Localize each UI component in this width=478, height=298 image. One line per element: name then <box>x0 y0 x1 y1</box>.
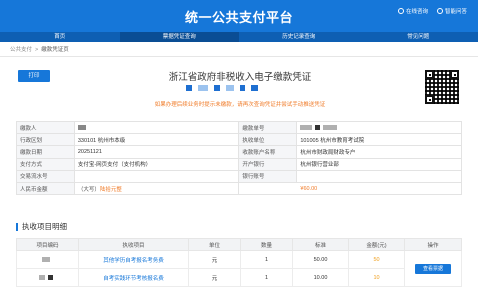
nav-history-query[interactable]: 历史记录查询 <box>239 32 359 42</box>
bank-account-value <box>296 169 462 183</box>
payment-no-label: 缴款单号 <box>238 120 298 135</box>
item-unit: 元 <box>188 250 241 269</box>
items-table: 项目编码 执收项目 单位 数量 标准 金额(元) 操作 其他学历自考报名考务费 … <box>16 238 462 287</box>
print-button[interactable]: 打印 <box>18 70 50 82</box>
item-amount: 50 <box>348 250 405 269</box>
items-section-title: 执收项目明细 <box>16 221 67 232</box>
collector-value: 101005 杭州市教育考试院 <box>296 133 462 147</box>
masked-text <box>77 124 86 130</box>
nav-voucher-query[interactable]: 票据凭证查询 <box>119 32 239 42</box>
payment-no-value <box>296 120 462 135</box>
collector-label: 执收单位 <box>238 133 298 147</box>
item-name[interactable]: 自考实践环节考核报名费 <box>78 268 189 287</box>
info-row: 行政区划 330101 杭州市本级 执收单位 101005 杭州市教育考试院 <box>16 133 462 147</box>
masked-text <box>42 256 50 262</box>
info-row: 支付方式 支付宝-网页支付（支付机构） 开户银行 杭州银行营业部 <box>16 157 462 171</box>
table-row: 其他学历自考报名考务费 元 1 50.00 50 查看票据 <box>16 250 462 287</box>
chat-icon <box>398 8 404 14</box>
col-qty: 数量 <box>240 238 293 251</box>
amount-label: 人民币金额 <box>16 181 75 196</box>
nav-faq[interactable]: 常见问题 <box>359 32 478 42</box>
col-action: 操作 <box>404 238 462 251</box>
main-nav: 首页 票据凭证查询 历史记录查询 常见问题 <box>0 32 478 42</box>
masked-text <box>315 124 321 130</box>
masked-block <box>251 85 258 91</box>
payer-label: 缴款人 <box>16 120 75 135</box>
pay-date-label: 缴款日期 <box>16 145 75 159</box>
smart-qa-link[interactable]: 智能问答 <box>437 7 467 15</box>
col-code: 项目编码 <box>16 238 79 251</box>
items-header-row: 项目编码 执收项目 单位 数量 标准 金额(元) 操作 <box>16 238 462 251</box>
amount-lower: ¥60.00 <box>238 181 462 196</box>
info-row: 人民币金额 （大写）陆拾元整 ¥60.00 <box>16 181 462 196</box>
bank-account-label: 银行账号 <box>238 169 298 183</box>
masked-block <box>198 85 208 91</box>
item-code <box>16 250 79 269</box>
top-header: 统一公共支付平台 在线咨询 智能问答 <box>0 0 478 32</box>
txn-no-value <box>73 169 240 183</box>
amount-upper-prefix: （大写） <box>77 186 100 193</box>
pay-date-value: 20251121 <box>73 145 240 159</box>
col-item: 执收项目 <box>78 238 189 251</box>
region-value: 330101 杭州市本级 <box>73 133 240 147</box>
account-name-value: 杭州市财政局财政专户 <box>296 145 462 159</box>
qr-code <box>425 70 459 104</box>
bank-label: 开户银行 <box>238 157 298 171</box>
masked-text <box>39 274 45 280</box>
payer-value <box>73 120 240 135</box>
item-std: 50.00 <box>292 250 349 269</box>
pay-method-label: 支付方式 <box>16 157 75 171</box>
col-amount: 金额(元) <box>348 238 405 251</box>
masked-block <box>226 85 234 91</box>
masked-text <box>48 274 53 280</box>
breadcrumb-current: 缴款凭证页 <box>41 47 69 53</box>
info-row: 缴款人 缴款单号 <box>16 120 462 135</box>
nav-home[interactable]: 首页 <box>0 32 120 42</box>
bank-value: 杭州银行营业部 <box>296 157 462 171</box>
item-amount: 10 <box>348 268 405 287</box>
breadcrumb-separator: > <box>35 47 39 53</box>
col-std: 标准 <box>292 238 349 251</box>
col-unit: 单位 <box>188 238 241 251</box>
item-code <box>16 268 79 287</box>
info-row: 缴款日期 20251121 收款账户名称 杭州市财政局财政专户 <box>16 145 462 159</box>
masked-block <box>214 85 220 91</box>
table-row: 自考实践环节考核报名费 元 1 10.00 10 <box>16 268 462 287</box>
voucher-code-masked <box>186 85 258 91</box>
item-unit: 元 <box>188 268 241 287</box>
voucher-title: 浙江省政府非税收入电子缴款凭证 <box>168 72 312 83</box>
item-name[interactable]: 其他学历自考报名考务费 <box>78 250 189 269</box>
masked-block <box>240 85 245 91</box>
masked-text <box>323 124 338 130</box>
masked-text <box>300 124 313 130</box>
item-qty: 1 <box>240 250 293 269</box>
breadcrumb: 公共支付 > 缴款凭证页 <box>10 45 69 53</box>
breadcrumb-root[interactable]: 公共支付 <box>10 47 32 53</box>
item-qty: 1 <box>240 268 293 287</box>
amount-upper-value: 陆拾元整 <box>99 186 122 193</box>
voucher-warning: 如果办理后续业务时提示未缴款，请再次查询凭证并尝试手动推送凭证 <box>154 102 326 108</box>
txn-no-label: 交易流水号 <box>16 169 75 183</box>
amount-upper: （大写）陆拾元整 <box>73 181 240 196</box>
view-invoice-button[interactable]: 查看票据 <box>415 263 451 274</box>
info-row: 交易流水号 银行账号 <box>16 169 462 183</box>
online-consult-link[interactable]: 在线咨询 <box>398 7 428 15</box>
masked-block <box>186 85 192 91</box>
item-action-cell: 查看票据 <box>404 250 462 287</box>
voucher-info-table: 缴款人 缴款单号 行政区划 330101 杭州市本级 执收单位 101005 杭… <box>16 120 462 196</box>
region-label: 行政区划 <box>16 133 75 147</box>
account-name-label: 收款账户名称 <box>238 145 298 159</box>
divider <box>0 56 478 57</box>
robot-icon <box>437 8 443 14</box>
item-std: 10.00 <box>292 268 349 287</box>
pay-method-value: 支付宝-网页支付（支付机构） <box>73 157 240 171</box>
